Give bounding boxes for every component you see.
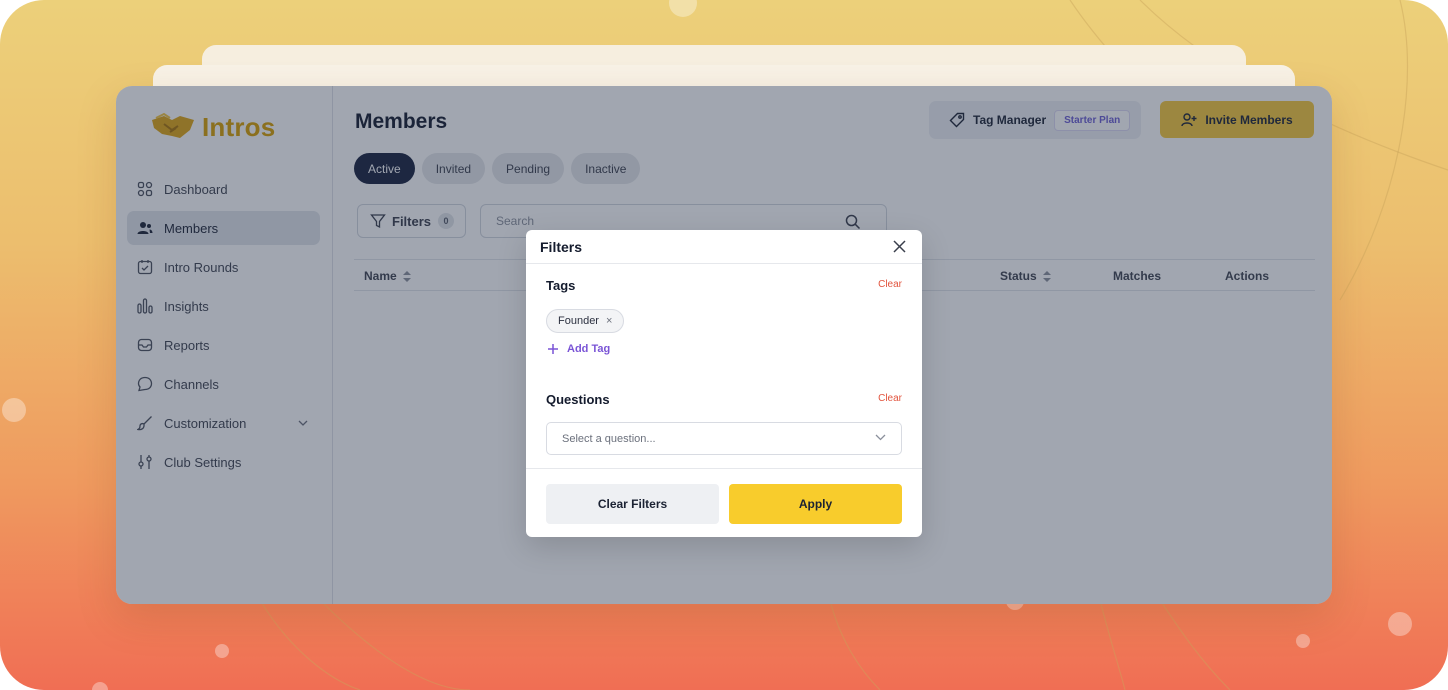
modal-title: Filters <box>540 238 583 255</box>
questions-section-title: Questions <box>546 392 610 407</box>
apply-button[interactable]: Apply <box>729 484 902 524</box>
add-tag-button[interactable]: Add Tag <box>547 343 610 355</box>
question-select[interactable]: Select a question... <box>546 422 902 455</box>
plus-icon <box>548 344 558 354</box>
modal-footer-divider <box>526 468 922 469</box>
filters-modal: Filters Tags Clear Founder × Add Tag Que… <box>526 230 922 537</box>
question-select-placeholder: Select a question... <box>562 432 656 445</box>
close-icon[interactable] <box>893 240 906 253</box>
add-tag-label: Add Tag <box>567 343 611 355</box>
tag-chip-founder: Founder × <box>546 309 625 333</box>
chip-remove-icon[interactable]: × <box>606 315 612 327</box>
clear-filters-button[interactable]: Clear Filters <box>546 484 719 524</box>
tags-section-title: Tags <box>546 278 576 293</box>
chevron-down-icon <box>875 434 886 441</box>
background-frame: Intros Dashboard Members Intro Rounds In… <box>0 0 1448 690</box>
tag-chip-label: Founder <box>558 315 599 327</box>
questions-clear-link[interactable]: Clear <box>878 393 902 404</box>
modal-header: Filters <box>526 230 922 264</box>
tags-clear-link[interactable]: Clear <box>878 279 902 290</box>
